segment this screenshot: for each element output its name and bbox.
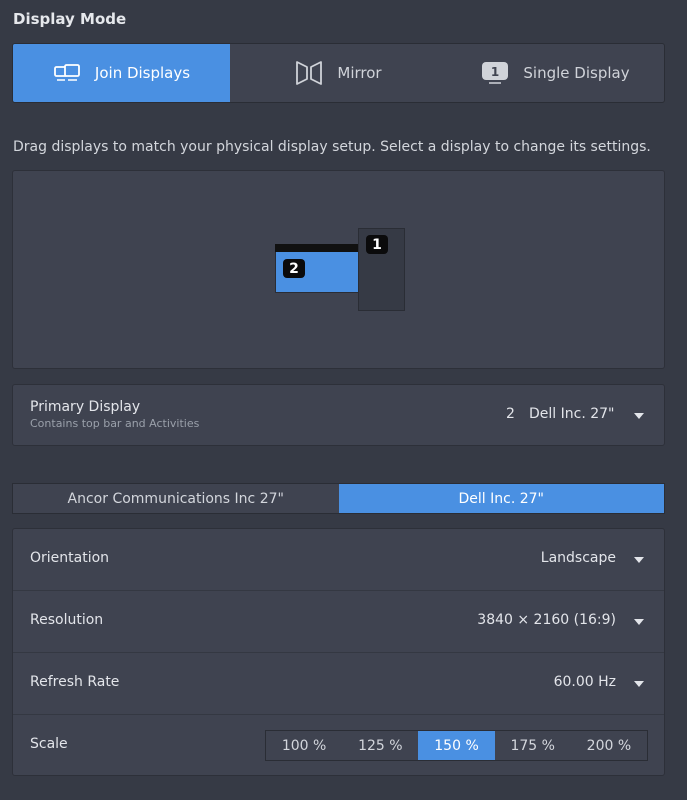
monitor-tabs: Ancor Communications Inc 27" Dell Inc. 2… — [12, 483, 665, 514]
arrangement-hint: Drag displays to match your physical dis… — [13, 139, 651, 155]
single-display-icon: 1 — [481, 61, 509, 85]
monitor-2-badge: 2 — [283, 259, 305, 278]
join-displays-icon — [53, 64, 81, 82]
monitor-2-top-bar — [275, 244, 359, 252]
tab-dell-monitor[interactable]: Dell Inc. 27" — [338, 484, 664, 513]
refresh-rate-value: 60.00 Hz — [553, 674, 616, 690]
tab-ancor-monitor[interactable]: Ancor Communications Inc 27" — [13, 484, 339, 513]
primary-display-number: 2 — [506, 406, 515, 422]
resolution-value: 3840 × 2160 (16:9) — [477, 612, 616, 628]
mirror-label: Mirror — [337, 64, 382, 82]
orientation-label: Orientation — [30, 550, 110, 566]
scale-option-100[interactable]: 100 % — [266, 731, 342, 760]
orientation-row[interactable]: Orientation Landscape — [13, 529, 664, 591]
display-mode-switcher: Join Displays Mirror 1 Single Display — [12, 43, 665, 103]
refresh-rate-row[interactable]: Refresh Rate 60.00 Hz — [13, 653, 664, 715]
primary-display-label: Primary Display — [30, 399, 141, 415]
scale-label: Scale — [30, 736, 68, 752]
resolution-row[interactable]: Resolution 3840 × 2160 (16:9) — [13, 591, 664, 653]
scale-selector: 100 % 125 % 150 % 175 % 200 % — [265, 730, 648, 761]
primary-display-dropdown-icon[interactable] — [634, 413, 644, 419]
refresh-rate-label: Refresh Rate — [30, 674, 120, 690]
single-display-label: Single Display — [523, 64, 630, 82]
join-displays-button[interactable]: Join Displays — [13, 44, 230, 102]
section-title: Display Mode — [13, 10, 127, 28]
orientation-dropdown-icon[interactable] — [634, 557, 644, 563]
refresh-rate-dropdown-icon[interactable] — [634, 681, 644, 687]
mirror-icon — [295, 60, 323, 86]
monitor-1-preview[interactable]: 1 — [358, 228, 405, 311]
orientation-value: Landscape — [540, 550, 616, 566]
primary-display-sublabel: Contains top bar and Activities — [30, 417, 200, 430]
mirror-button[interactable]: Mirror — [230, 44, 447, 102]
resolution-label: Resolution — [30, 612, 104, 628]
svg-text:1: 1 — [491, 65, 499, 79]
monitor-settings-list: Orientation Landscape Resolution 3840 × … — [12, 528, 665, 776]
primary-display-name: Dell Inc. 27" — [529, 406, 615, 422]
join-displays-label: Join Displays — [94, 64, 191, 82]
scale-option-150[interactable]: 150 % — [418, 731, 495, 760]
scale-option-200[interactable]: 200 % — [571, 731, 647, 760]
resolution-dropdown-icon[interactable] — [634, 619, 644, 625]
monitor-1-badge: 1 — [366, 235, 388, 254]
single-display-button[interactable]: 1 Single Display — [447, 44, 664, 102]
scale-row: Scale 100 % 125 % 150 % 175 % 200 % — [13, 715, 664, 777]
primary-display-row[interactable]: Primary Display Contains top bar and Act… — [12, 384, 665, 446]
scale-option-125[interactable]: 125 % — [342, 731, 418, 760]
scale-option-175[interactable]: 175 % — [495, 731, 571, 760]
display-arrangement-area: 2 1 — [12, 170, 665, 369]
